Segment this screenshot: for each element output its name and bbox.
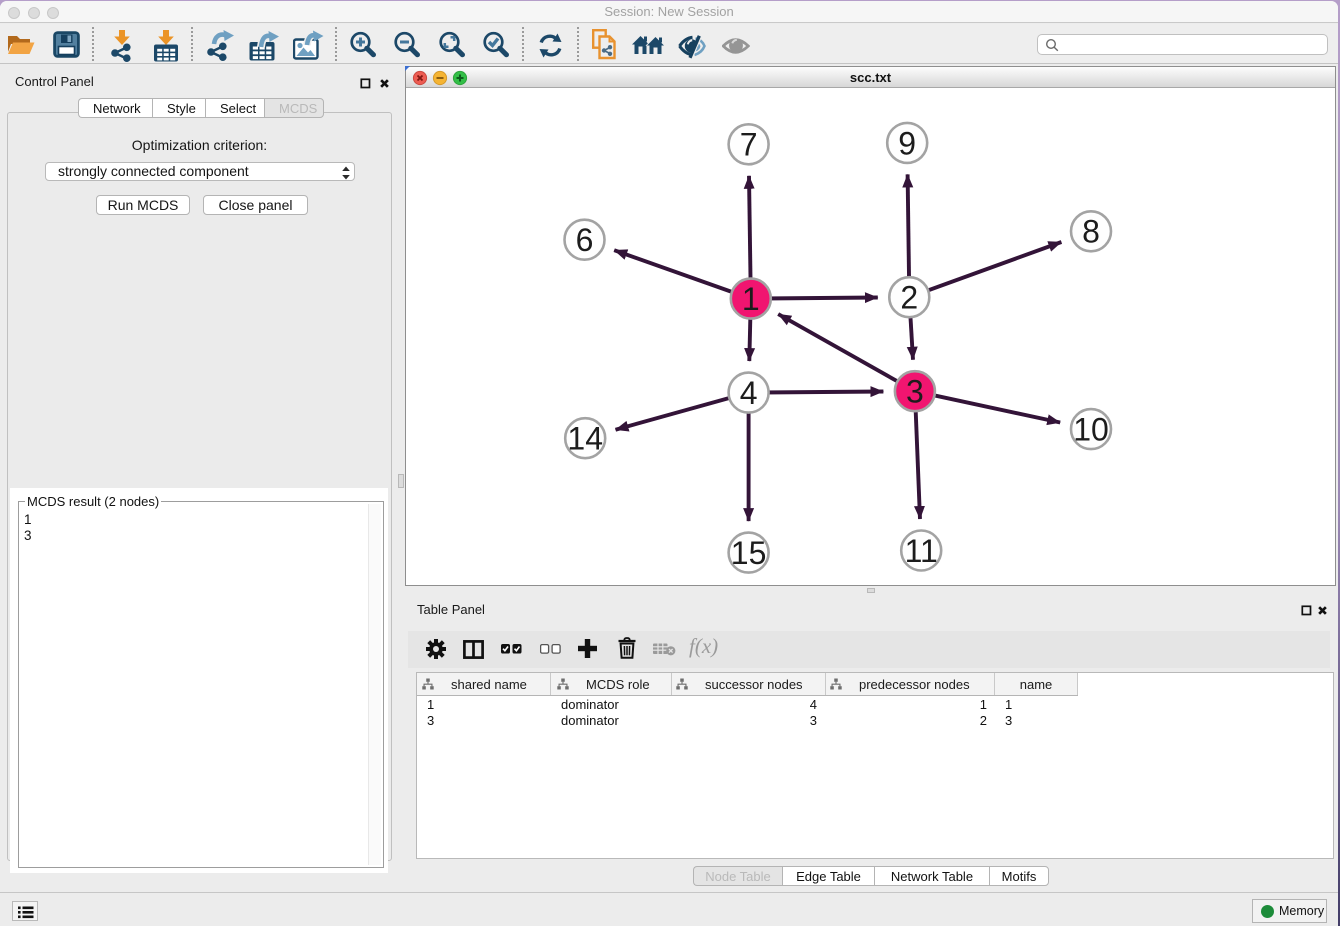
svg-text:3: 3 <box>906 374 924 410</box>
svg-text:8: 8 <box>1082 214 1100 250</box>
svg-text:2: 2 <box>900 280 918 316</box>
svg-text:11: 11 <box>905 533 938 569</box>
svg-text:15: 15 <box>731 535 767 571</box>
svg-text:10: 10 <box>1073 412 1109 448</box>
svg-text:4: 4 <box>740 375 758 411</box>
svg-text:9: 9 <box>898 125 916 161</box>
svg-text:1: 1 <box>742 281 760 317</box>
svg-text:14: 14 <box>567 421 603 457</box>
svg-text:6: 6 <box>576 222 594 258</box>
svg-text:7: 7 <box>740 127 758 163</box>
